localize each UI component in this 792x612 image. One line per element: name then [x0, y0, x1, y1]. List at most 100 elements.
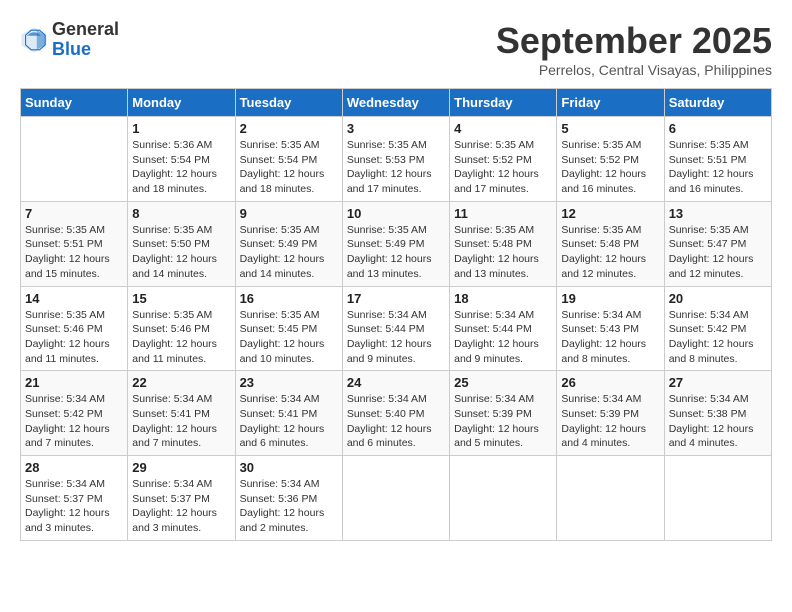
- calendar-cell: 29 Sunrise: 5:34 AM Sunset: 5:37 PM Dayli…: [128, 456, 235, 541]
- day-number: 2: [240, 121, 338, 136]
- day-info: Sunrise: 5:35 AM Sunset: 5:46 PM Dayligh…: [25, 308, 123, 367]
- day-number: 30: [240, 460, 338, 475]
- month-title: September 2025: [496, 20, 772, 62]
- day-number: 22: [132, 375, 230, 390]
- calendar-cell: [342, 456, 449, 541]
- day-info: Sunrise: 5:35 AM Sunset: 5:45 PM Dayligh…: [240, 308, 338, 367]
- day-number: 7: [25, 206, 123, 221]
- day-number: 11: [454, 206, 552, 221]
- day-number: 19: [561, 291, 659, 306]
- day-info: Sunrise: 5:35 AM Sunset: 5:48 PM Dayligh…: [454, 223, 552, 282]
- generalblue-logo-icon: [20, 26, 48, 54]
- calendar-cell: 25 Sunrise: 5:34 AM Sunset: 5:39 PM Dayli…: [450, 371, 557, 456]
- calendar-cell: 14 Sunrise: 5:35 AM Sunset: 5:46 PM Dayli…: [21, 286, 128, 371]
- calendar-cell: 10 Sunrise: 5:35 AM Sunset: 5:49 PM Dayli…: [342, 201, 449, 286]
- day-number: 27: [669, 375, 767, 390]
- calendar-cell: 26 Sunrise: 5:34 AM Sunset: 5:39 PM Dayli…: [557, 371, 664, 456]
- calendar-cell: 5 Sunrise: 5:35 AM Sunset: 5:52 PM Daylig…: [557, 117, 664, 202]
- day-info: Sunrise: 5:34 AM Sunset: 5:39 PM Dayligh…: [454, 392, 552, 451]
- calendar-cell: [21, 117, 128, 202]
- day-number: 5: [561, 121, 659, 136]
- col-header-friday: Friday: [557, 89, 664, 117]
- calendar-week-row: 7 Sunrise: 5:35 AM Sunset: 5:51 PM Daylig…: [21, 201, 772, 286]
- calendar-cell: 3 Sunrise: 5:35 AM Sunset: 5:53 PM Daylig…: [342, 117, 449, 202]
- day-info: Sunrise: 5:34 AM Sunset: 5:36 PM Dayligh…: [240, 477, 338, 536]
- calendar-cell: 27 Sunrise: 5:34 AM Sunset: 5:38 PM Dayli…: [664, 371, 771, 456]
- calendar-cell: 15 Sunrise: 5:35 AM Sunset: 5:46 PM Dayli…: [128, 286, 235, 371]
- calendar-cell: 22 Sunrise: 5:34 AM Sunset: 5:41 PM Dayli…: [128, 371, 235, 456]
- day-number: 29: [132, 460, 230, 475]
- day-number: 28: [25, 460, 123, 475]
- calendar-week-row: 14 Sunrise: 5:35 AM Sunset: 5:46 PM Dayli…: [21, 286, 772, 371]
- day-info: Sunrise: 5:34 AM Sunset: 5:39 PM Dayligh…: [561, 392, 659, 451]
- calendar-cell: 7 Sunrise: 5:35 AM Sunset: 5:51 PM Daylig…: [21, 201, 128, 286]
- day-info: Sunrise: 5:35 AM Sunset: 5:49 PM Dayligh…: [347, 223, 445, 282]
- calendar-cell: 30 Sunrise: 5:34 AM Sunset: 5:36 PM Dayli…: [235, 456, 342, 541]
- day-info: Sunrise: 5:34 AM Sunset: 5:37 PM Dayligh…: [132, 477, 230, 536]
- logo: General Blue: [20, 20, 119, 60]
- day-number: 6: [669, 121, 767, 136]
- day-info: Sunrise: 5:34 AM Sunset: 5:38 PM Dayligh…: [669, 392, 767, 451]
- day-info: Sunrise: 5:35 AM Sunset: 5:52 PM Dayligh…: [561, 138, 659, 197]
- calendar-cell: 11 Sunrise: 5:35 AM Sunset: 5:48 PM Dayli…: [450, 201, 557, 286]
- day-info: Sunrise: 5:35 AM Sunset: 5:46 PM Dayligh…: [132, 308, 230, 367]
- day-info: Sunrise: 5:35 AM Sunset: 5:53 PM Dayligh…: [347, 138, 445, 197]
- calendar-week-row: 28 Sunrise: 5:34 AM Sunset: 5:37 PM Dayli…: [21, 456, 772, 541]
- day-number: 17: [347, 291, 445, 306]
- day-number: 1: [132, 121, 230, 136]
- day-number: 23: [240, 375, 338, 390]
- title-block: September 2025 Perrelos, Central Visayas…: [496, 20, 772, 78]
- calendar-cell: [557, 456, 664, 541]
- day-number: 12: [561, 206, 659, 221]
- day-info: Sunrise: 5:35 AM Sunset: 5:52 PM Dayligh…: [454, 138, 552, 197]
- day-number: 10: [347, 206, 445, 221]
- calendar-cell: 2Sunrise: 5:35 AM Sunset: 5:54 PM Daylig…: [235, 117, 342, 202]
- day-number: 25: [454, 375, 552, 390]
- day-info: Sunrise: 5:34 AM Sunset: 5:42 PM Dayligh…: [25, 392, 123, 451]
- calendar-cell: 24Sunrise: 5:34 AM Sunset: 5:40 PM Dayli…: [342, 371, 449, 456]
- calendar-cell: 21 Sunrise: 5:34 AM Sunset: 5:42 PM Dayli…: [21, 371, 128, 456]
- day-number: 26: [561, 375, 659, 390]
- day-info: Sunrise: 5:35 AM Sunset: 5:51 PM Dayligh…: [669, 138, 767, 197]
- calendar-week-row: 21 Sunrise: 5:34 AM Sunset: 5:42 PM Dayli…: [21, 371, 772, 456]
- calendar-cell: [664, 456, 771, 541]
- calendar-cell: 6 Sunrise: 5:35 AM Sunset: 5:51 PM Daylig…: [664, 117, 771, 202]
- day-number: 15: [132, 291, 230, 306]
- calendar-table: SundayMondayTuesdayWednesdayThursdayFrid…: [20, 88, 772, 541]
- day-number: 24: [347, 375, 445, 390]
- day-number: 18: [454, 291, 552, 306]
- calendar-cell: 12 Sunrise: 5:35 AM Sunset: 5:48 PM Dayli…: [557, 201, 664, 286]
- logo-text: General Blue: [52, 20, 119, 60]
- calendar-cell: 4 Sunrise: 5:35 AM Sunset: 5:52 PM Daylig…: [450, 117, 557, 202]
- day-number: 20: [669, 291, 767, 306]
- day-info: Sunrise: 5:36 AM Sunset: 5:54 PM Dayligh…: [132, 138, 230, 197]
- calendar-header-row: SundayMondayTuesdayWednesdayThursdayFrid…: [21, 89, 772, 117]
- col-header-tuesday: Tuesday: [235, 89, 342, 117]
- calendar-cell: 18 Sunrise: 5:34 AM Sunset: 5:44 PM Dayli…: [450, 286, 557, 371]
- day-number: 16: [240, 291, 338, 306]
- col-header-wednesday: Wednesday: [342, 89, 449, 117]
- day-info: Sunrise: 5:34 AM Sunset: 5:41 PM Dayligh…: [240, 392, 338, 451]
- calendar-cell: 13Sunrise: 5:35 AM Sunset: 5:47 PM Dayli…: [664, 201, 771, 286]
- day-number: 4: [454, 121, 552, 136]
- day-info: Sunrise: 5:35 AM Sunset: 5:51 PM Dayligh…: [25, 223, 123, 282]
- page-header: General Blue September 2025 Perrelos, Ce…: [20, 20, 772, 78]
- day-info: Sunrise: 5:34 AM Sunset: 5:44 PM Dayligh…: [454, 308, 552, 367]
- day-number: 21: [25, 375, 123, 390]
- day-info: Sunrise: 5:34 AM Sunset: 5:43 PM Dayligh…: [561, 308, 659, 367]
- day-info: Sunrise: 5:35 AM Sunset: 5:48 PM Dayligh…: [561, 223, 659, 282]
- col-header-monday: Monday: [128, 89, 235, 117]
- day-info: Sunrise: 5:35 AM Sunset: 5:50 PM Dayligh…: [132, 223, 230, 282]
- calendar-cell: 8Sunrise: 5:35 AM Sunset: 5:50 PM Daylig…: [128, 201, 235, 286]
- day-number: 3: [347, 121, 445, 136]
- day-number: 14: [25, 291, 123, 306]
- calendar-cell: 20 Sunrise: 5:34 AM Sunset: 5:42 PM Dayli…: [664, 286, 771, 371]
- calendar-week-row: 1 Sunrise: 5:36 AM Sunset: 5:54 PM Daylig…: [21, 117, 772, 202]
- day-info: Sunrise: 5:34 AM Sunset: 5:41 PM Dayligh…: [132, 392, 230, 451]
- calendar-cell: 16 Sunrise: 5:35 AM Sunset: 5:45 PM Dayli…: [235, 286, 342, 371]
- day-info: Sunrise: 5:35 AM Sunset: 5:47 PM Dayligh…: [669, 223, 767, 282]
- calendar-cell: [450, 456, 557, 541]
- day-number: 9: [240, 206, 338, 221]
- day-info: Sunrise: 5:34 AM Sunset: 5:42 PM Dayligh…: [669, 308, 767, 367]
- day-info: Sunrise: 5:34 AM Sunset: 5:44 PM Dayligh…: [347, 308, 445, 367]
